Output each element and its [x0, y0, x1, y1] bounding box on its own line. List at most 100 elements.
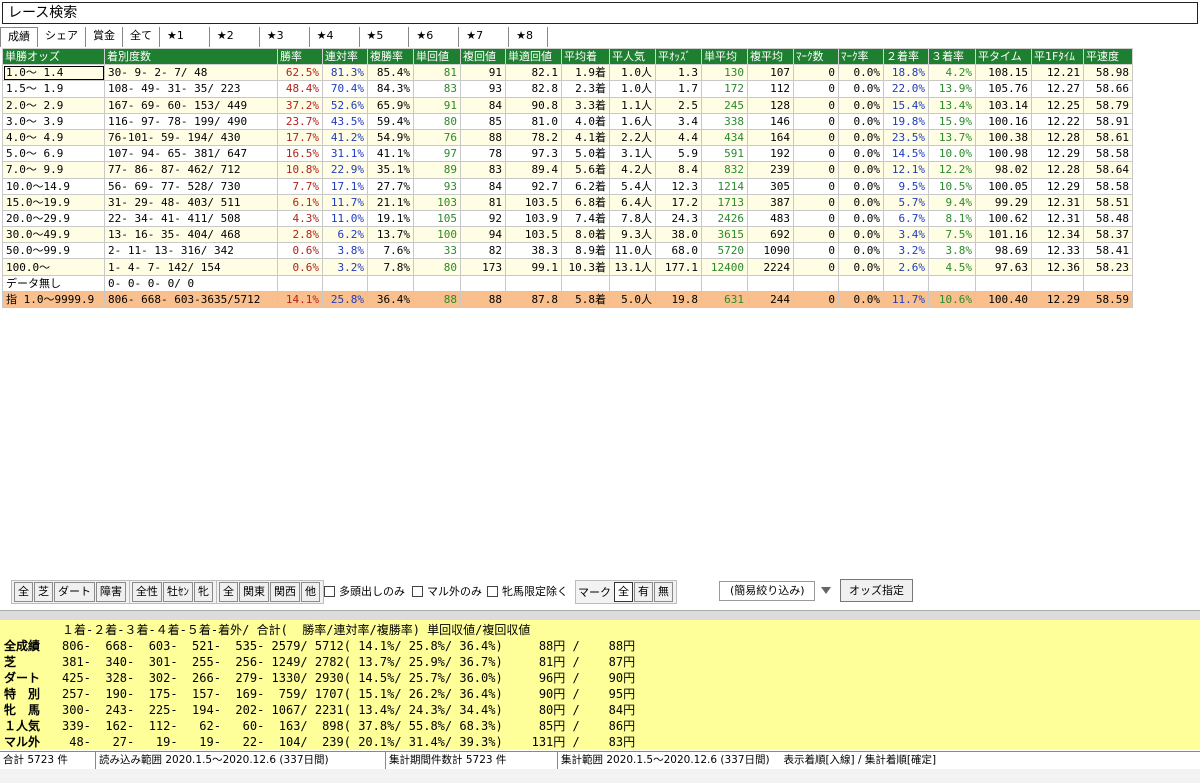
- cell-odds-range: 20.0～29.9: [2, 209, 105, 228]
- table-row[interactable]: 10.0～14.9 56- 69- 77- 528/ 730 7.7% 17.1% 27…: [2, 177, 1133, 195]
- course-hurdle-button[interactable]: 障害: [96, 582, 126, 602]
- column-header-avg-speed[interactable]: 平速度: [1083, 47, 1133, 66]
- cell-odds-range: 10.0～14.9: [2, 177, 105, 195]
- mark-all-button[interactable]: 全: [614, 582, 633, 602]
- cell-mark-count: 0: [793, 290, 839, 309]
- tab-prize[interactable]: 賞金: [86, 27, 123, 47]
- tab-star-2[interactable]: ★2: [210, 27, 260, 47]
- quick-filter-dropdown[interactable]: (簡易絞り込み): [719, 581, 815, 601]
- mark-yes-button[interactable]: 有: [634, 582, 653, 602]
- cell-avg-time: 100.16: [975, 112, 1032, 130]
- cell-place-return: 92: [460, 209, 506, 228]
- course-turf-button[interactable]: 芝: [34, 582, 53, 602]
- odds-spec-button[interactable]: オッズ指定: [840, 579, 913, 602]
- column-header-win-return[interactable]: 単回値: [413, 47, 461, 66]
- region-kanto-button[interactable]: 関東: [239, 582, 269, 602]
- cell-avg-finish: 6.8着: [561, 193, 610, 211]
- table-row[interactable]: 20.0～29.9 22- 34- 41- 411/ 508 4.3% 11.0% 19…: [2, 209, 1133, 228]
- column-header-second-rate[interactable]: ２着率: [883, 47, 929, 66]
- cell-place-rate: 21.1%: [367, 193, 414, 211]
- sex-all-button[interactable]: 全性: [132, 582, 162, 602]
- foreign-only-check[interactable]: マル外のみ: [412, 583, 482, 599]
- cell-quinella-rate: [322, 274, 368, 292]
- table-row[interactable]: 5.0～ 6.9 107- 94- 65- 381/ 647 16.5% 31.1% 4…: [2, 145, 1133, 163]
- cell-place-return: 88: [460, 128, 506, 147]
- course-all-button[interactable]: 全: [14, 582, 33, 602]
- column-header-third-rate[interactable]: ３着率: [928, 47, 976, 66]
- checkbox-icon[interactable]: [324, 585, 335, 597]
- table-row[interactable]: 100.0～ 1- 4- 7- 142/ 154 0.6% 3.2% 7.8% 80 173…: [2, 258, 1133, 276]
- region-all-button[interactable]: 全: [219, 582, 238, 602]
- column-header-odds-range[interactable]: 単勝オッズ: [2, 47, 105, 66]
- tab-share[interactable]: シェア: [38, 27, 86, 47]
- dropdown-arrow-icon[interactable]: [821, 587, 831, 594]
- cell-place-rate: 54.9%: [367, 128, 414, 147]
- table-row[interactable]: データ無し 0- 0- 0- 0/ 0: [2, 274, 1133, 292]
- cell-third-rate: 12.2%: [928, 161, 976, 179]
- region-other-button[interactable]: 他: [301, 582, 320, 602]
- column-header-win-rate[interactable]: 勝率: [277, 47, 323, 66]
- mark-no-button[interactable]: 無: [654, 582, 673, 602]
- table-row[interactable]: 2.0～ 2.9 167- 69- 60- 153/ 449 37.2% 52.6% 6…: [2, 96, 1133, 114]
- cell-mark-count: 0: [793, 193, 839, 211]
- cell-finish-counts: 0- 0- 0- 0/ 0: [104, 274, 278, 292]
- table-row[interactable]: 30.0～49.9 13- 16- 35- 404/ 468 2.8% 6.2% 13.…: [2, 226, 1133, 244]
- cell-odds-range: 4.0～ 4.9: [2, 128, 105, 147]
- cell-mark-count: 0: [793, 258, 839, 276]
- odds-stats-table: 単勝オッズ 着別度数 勝率 連対率 複勝率 単回値 複回値 単適回値 平均着 平人気 平ｵｯｽﾞ 単平…: [2, 47, 1133, 309]
- column-header-avg-time[interactable]: 平タイム: [975, 47, 1032, 66]
- cell-avg-odds: 2.5: [655, 96, 702, 114]
- column-header-mark-rate[interactable]: ﾏｰｸ率: [838, 47, 884, 66]
- table-row[interactable]: 4.0～ 4.9 76-101- 59- 194/ 430 17.7% 41.2% 54…: [2, 128, 1133, 147]
- table-row[interactable]: 15.0～19.9 31- 29- 48- 403/ 511 6.1% 11.7% 21…: [2, 193, 1133, 211]
- tab-star-8[interactable]: ★8: [509, 27, 548, 47]
- column-header-adj-win-return[interactable]: 単適回値: [505, 47, 562, 66]
- summary-line: 425- 328- 302- 266- 279- 1330/ 2930( 14.…: [62, 671, 636, 685]
- column-header-avg-last1f[interactable]: 平1Fﾀｲﾑ: [1031, 47, 1084, 66]
- tab-star-6[interactable]: ★6: [409, 27, 460, 47]
- cell-place-rate: 35.1%: [367, 161, 414, 179]
- column-header-avg-finish[interactable]: 平均着: [561, 47, 610, 66]
- checkbox-icon[interactable]: [412, 585, 423, 597]
- status-bar: 合計 5723 件 読み込み範囲 2020.1.5～2020.12.6 (337…: [0, 751, 1200, 770]
- exclude-filly-races-check[interactable]: 牝馬限定除く: [487, 583, 568, 599]
- cell-place-avg: 305: [747, 177, 794, 195]
- column-header-avg-popularity[interactable]: 平人気: [609, 47, 656, 66]
- region-kansai-button[interactable]: 関西: [270, 582, 300, 602]
- cell-place-avg: 1090: [747, 242, 794, 260]
- cell-avg-speed: 58.91: [1083, 112, 1133, 130]
- total-row[interactable]: 指 1.0～9999.9 806- 668- 603-3635/5712 14.1%…: [2, 290, 1133, 309]
- tab-star-7[interactable]: ★7: [459, 27, 510, 47]
- column-header-place-avg[interactable]: 複平均: [747, 47, 794, 66]
- cell-third-rate: [928, 274, 976, 292]
- tab-star-1[interactable]: ★1: [160, 27, 210, 47]
- column-header-avg-odds[interactable]: 平ｵｯｽﾞ: [655, 47, 702, 66]
- cell-avg-speed: 58.98: [1083, 64, 1133, 82]
- cell-avg-speed: 58.23: [1083, 258, 1133, 276]
- tab-all[interactable]: 全て: [123, 27, 160, 47]
- table-row[interactable]: 7.0～ 9.9 77- 86- 87- 462/ 712 10.8% 22.9% 35…: [2, 161, 1133, 179]
- cell-avg-finish: 6.2着: [561, 177, 610, 195]
- column-header-place-rate[interactable]: 複勝率: [367, 47, 414, 66]
- column-header-win-avg[interactable]: 単平均: [701, 47, 748, 66]
- table-row[interactable]: 1.0～ 1.4 30- 9- 2- 7/ 48 62.5% 81.3% 85.4% 81…: [2, 64, 1133, 82]
- table-row[interactable]: 50.0～99.9 2- 11- 13- 316/ 342 0.6% 3.8% 7.6%…: [2, 242, 1133, 260]
- column-header-mark-count[interactable]: ﾏｰｸ数: [793, 47, 839, 66]
- column-header-quinella-rate[interactable]: 連対率: [322, 47, 368, 66]
- splitter[interactable]: [0, 610, 1200, 620]
- column-header-finish-counts[interactable]: 着別度数: [104, 47, 278, 66]
- course-dirt-button[interactable]: ダート: [54, 582, 95, 602]
- tab-star-4[interactable]: ★4: [310, 27, 360, 47]
- cell-quinella-rate: 81.3%: [322, 64, 368, 82]
- table-row[interactable]: 1.5～ 1.9 108- 49- 31- 35/ 223 48.4% 70.4% 84…: [2, 80, 1133, 98]
- tab-star-5[interactable]: ★5: [360, 27, 410, 47]
- cell-avg-time: 108.15: [975, 64, 1032, 82]
- tab-star-3[interactable]: ★3: [260, 27, 310, 47]
- sex-female-button[interactable]: 牝: [194, 582, 213, 602]
- tab-results[interactable]: 成績: [0, 27, 38, 47]
- checkbox-icon[interactable]: [487, 585, 498, 597]
- sex-male-gelding-button[interactable]: 牡ｾﾝ: [163, 582, 193, 602]
- multi-entry-only-check[interactable]: 多頭出しのみ: [324, 583, 405, 599]
- table-row[interactable]: 3.0～ 3.9 116- 97- 78- 199/ 490 23.7% 43.5% 5…: [2, 112, 1133, 130]
- column-header-place-return[interactable]: 複回値: [460, 47, 506, 66]
